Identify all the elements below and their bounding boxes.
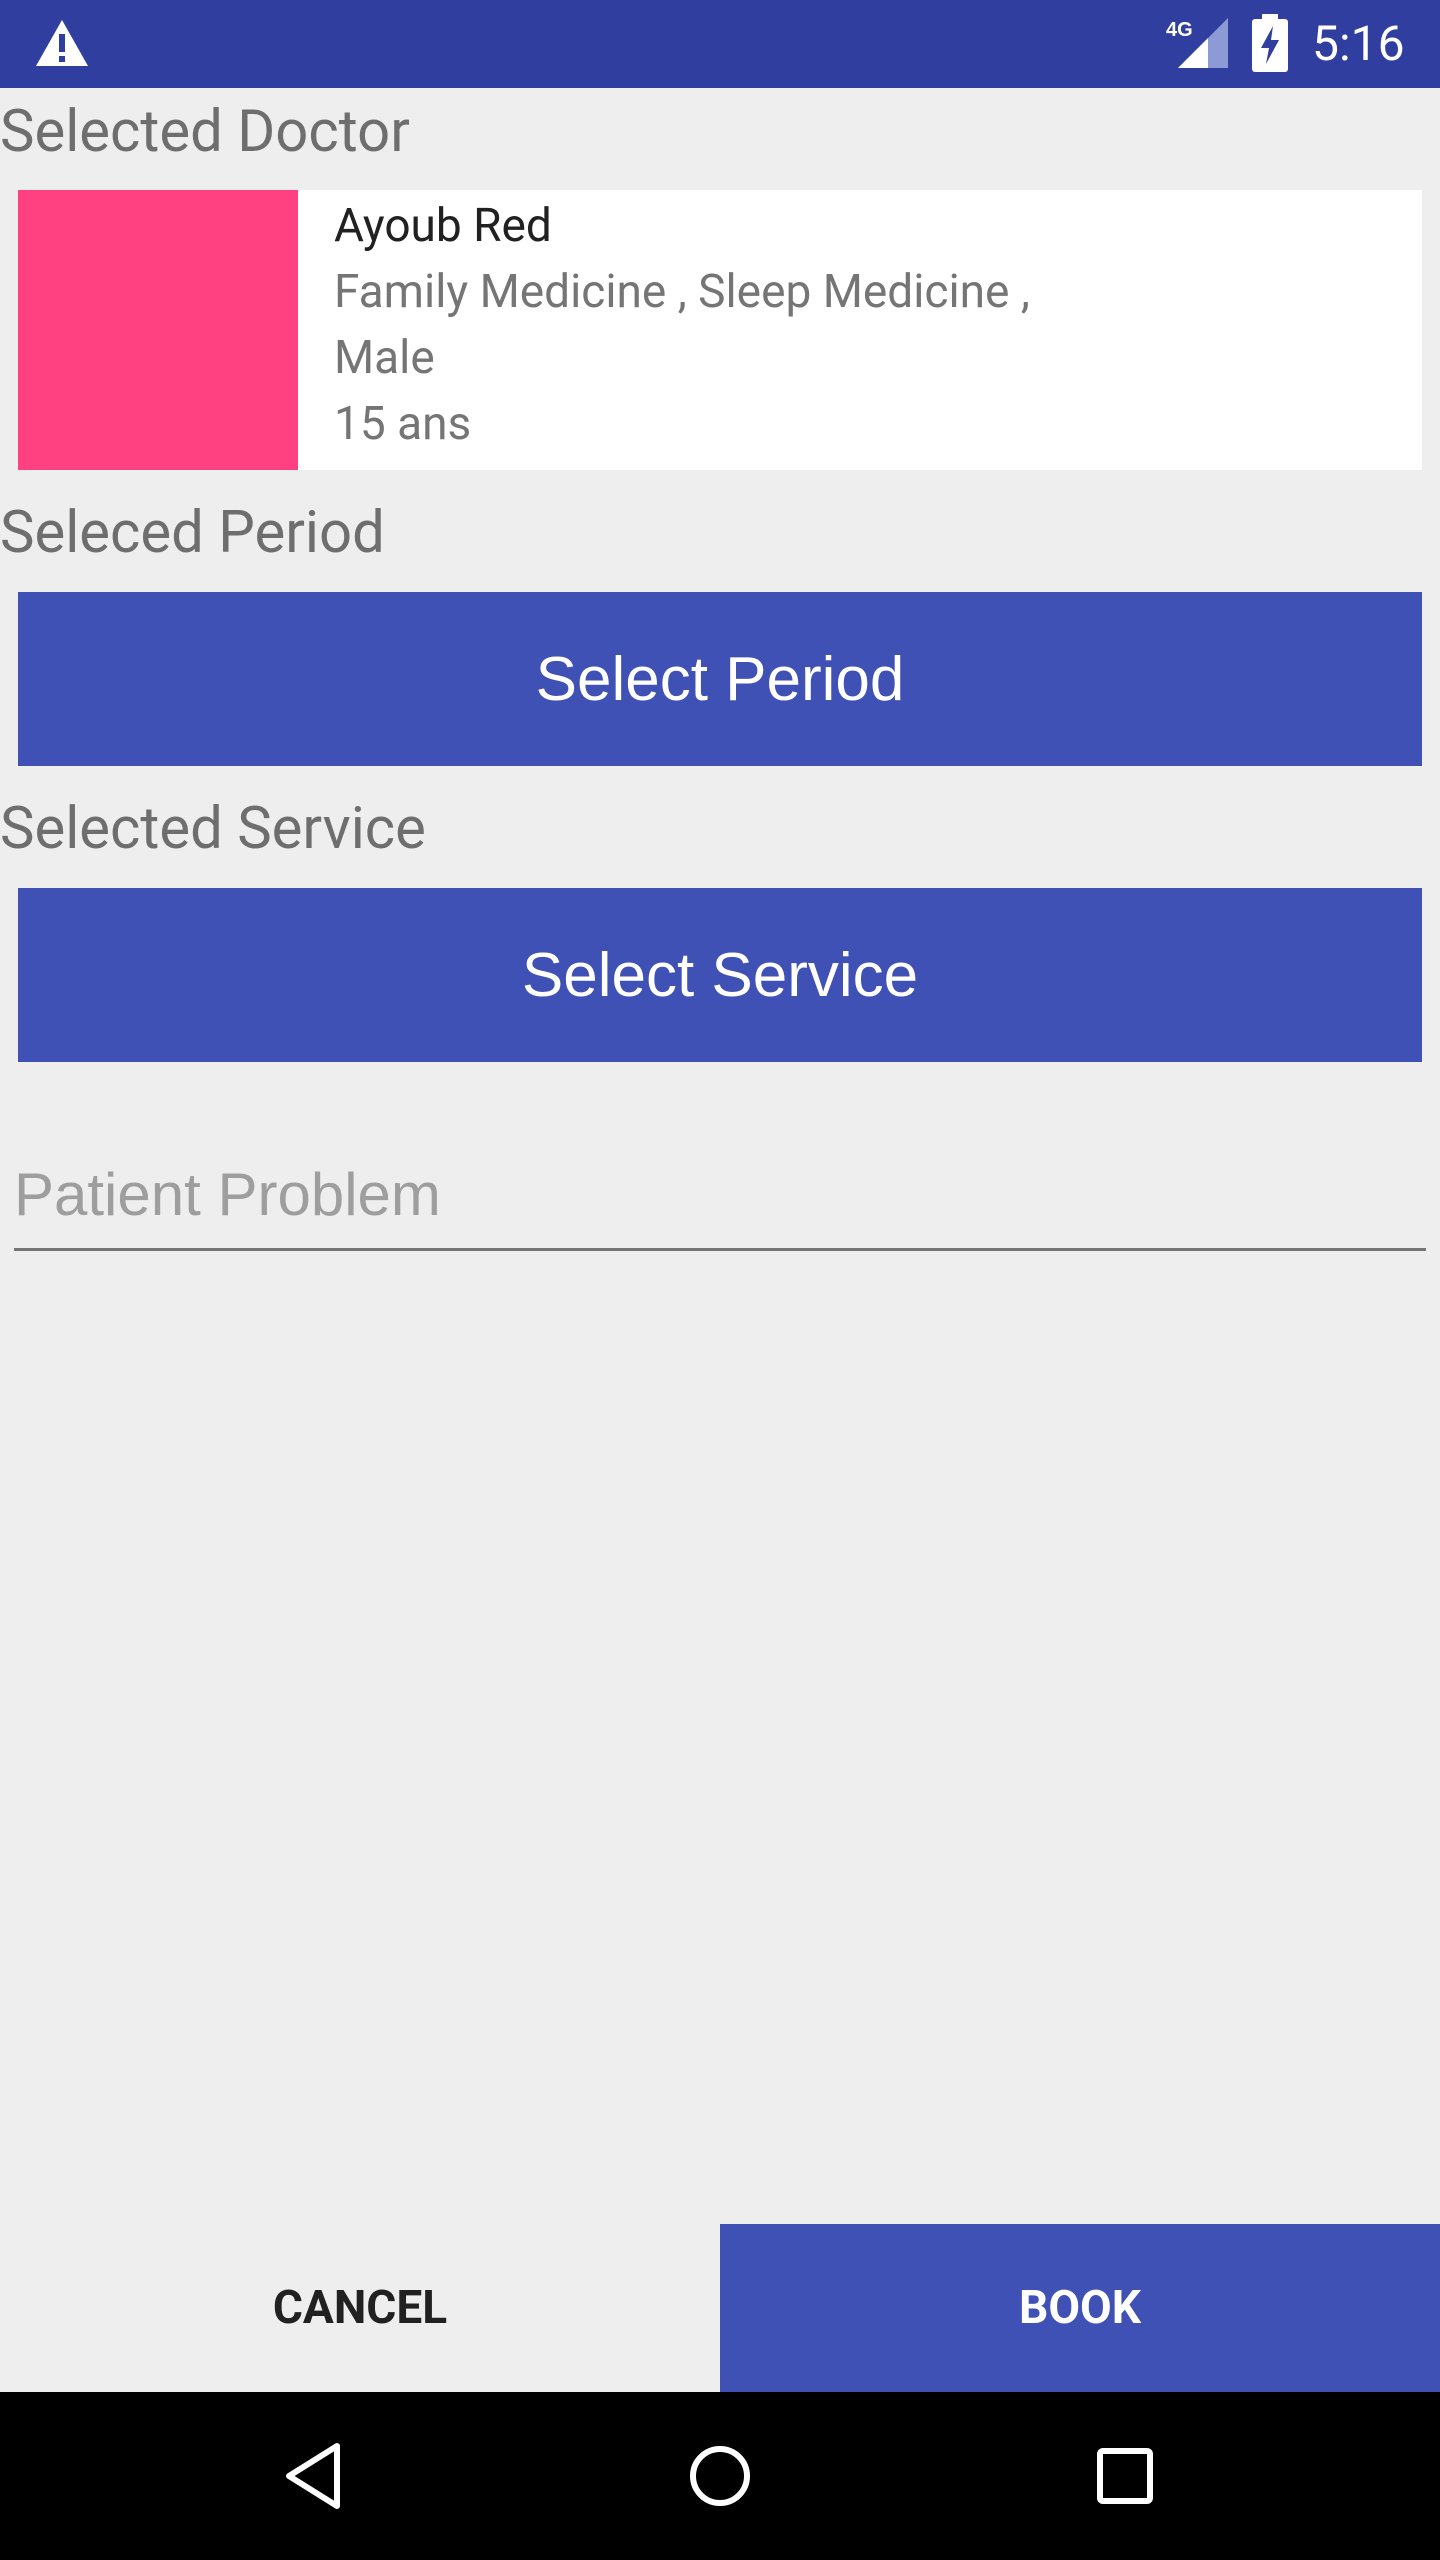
home-icon[interactable]: [680, 2436, 760, 2516]
select-period-button[interactable]: Select Period: [18, 592, 1422, 766]
back-icon[interactable]: [275, 2436, 355, 2516]
cancel-button[interactable]: CANCEL: [0, 2224, 720, 2392]
patient-problem-field: [14, 1140, 1426, 1251]
selected-service-label: Selected Service: [0, 795, 426, 863]
warning-icon: [36, 20, 88, 66]
selected-doctor-label: Selected Doctor: [0, 98, 410, 166]
recents-icon[interactable]: [1085, 2436, 1165, 2516]
doctor-name: Ayoub Red: [334, 199, 552, 253]
selected-period-label: Seleced Period: [0, 499, 385, 567]
select-service-button[interactable]: Select Service: [18, 888, 1422, 1062]
book-button[interactable]: BOOK: [720, 2224, 1440, 2392]
navigation-bar: [0, 2392, 1440, 2560]
doctor-experience: 15 ans: [334, 397, 472, 451]
doctor-specialties: Family Medicine , Sleep Medicine ,: [334, 265, 1030, 319]
patient-problem-input[interactable]: [14, 1140, 1426, 1248]
signal-icon: 4G: [1166, 18, 1228, 68]
doctor-card[interactable]: Ayoub Red Family Medicine , Sleep Medici…: [18, 190, 1422, 470]
battery-charging-icon: [1252, 14, 1288, 72]
doctor-gender: Male: [334, 331, 435, 385]
status-bar: 4G 5:16: [0, 0, 1440, 88]
status-time: 5:16: [1312, 15, 1405, 72]
network-type-label: 4G: [1166, 19, 1193, 41]
doctor-avatar: [18, 190, 298, 470]
